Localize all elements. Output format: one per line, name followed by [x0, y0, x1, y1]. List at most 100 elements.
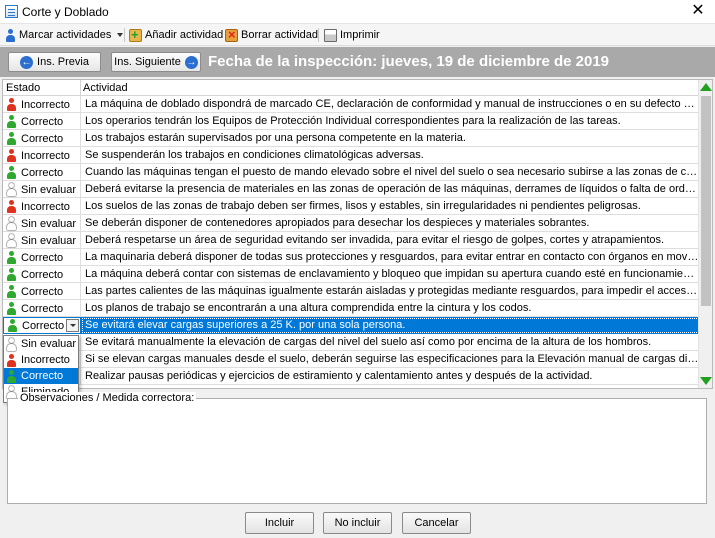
row-activity-cell[interactable]: Los planos de trabajo se encontrarán a u…	[81, 300, 700, 317]
table-row[interactable]: Correcto Las partes calientes de las máqu…	[3, 283, 700, 300]
row-status-text: Correcto	[21, 302, 64, 315]
row-status-text: Sin evaluar	[21, 217, 77, 230]
row-status-cell[interactable]: Correcto	[3, 130, 81, 147]
add-activity-label: Añadir actividad	[145, 29, 224, 41]
row-activity-cell[interactable]: La máquina de doblado dispondrá de marca…	[81, 96, 700, 113]
table-row[interactable]: Correcto Se evitará elevar cargas superio…	[3, 317, 700, 334]
scrollbar-thumb[interactable]	[701, 96, 711, 306]
add-activity-button[interactable]: Añadir actividad	[129, 27, 223, 43]
dropdown-option-label: Sin evaluar	[21, 338, 77, 350]
chevron-down-icon	[69, 324, 76, 327]
row-status-cell[interactable]: Correcto	[3, 300, 81, 317]
dropdown-option[interactable]: Correcto	[4, 368, 78, 384]
table-row[interactable]: Se evitará manualmente la elevación de c…	[3, 334, 700, 351]
row-activity-cell[interactable]: Los suelos de las zonas de trabajo deben…	[81, 198, 700, 215]
row-status-cell[interactable]: Correcto	[3, 266, 81, 283]
row-status-text: Sin evaluar	[21, 234, 77, 247]
mark-activities-label: Marcar actividades	[19, 29, 112, 41]
row-activity-cell[interactable]: Se evitará elevar cargas superiores a 25…	[81, 317, 700, 334]
observations-label: Observaciones / Medida correctora:	[18, 392, 197, 404]
status-person-icon	[6, 200, 17, 213]
row-activity-cell[interactable]: Los trabajos estarán supervisados por un…	[81, 130, 700, 147]
mark-activities-button[interactable]: Marcar actividades	[5, 27, 124, 43]
table-row[interactable]: Incorrecto Los suelos de las zonas de tra…	[3, 198, 700, 215]
row-status-cell[interactable]: Sin evaluar	[3, 232, 81, 249]
scroll-up-icon[interactable]	[700, 83, 712, 91]
column-header-activity[interactable]: Actividad	[83, 82, 128, 94]
status-person-icon	[6, 285, 17, 298]
include-button[interactable]: Incluir	[245, 512, 314, 534]
previous-inspection-button[interactable]: ← Ins. Previa	[8, 52, 101, 72]
row-activity-cell[interactable]: Deberá respetarse un área de seguridad e…	[81, 232, 700, 249]
row-activity-cell[interactable]: Se evitará manualmente la elevación de c…	[81, 334, 700, 351]
scroll-down-icon[interactable]	[700, 377, 712, 385]
column-header-status[interactable]: Estado	[6, 82, 40, 94]
row-activity-cell[interactable]: Se suspenderán los trabajos en condicion…	[81, 147, 700, 164]
next-inspection-button[interactable]: Ins. Siguiente →	[111, 52, 201, 72]
row-activity-cell[interactable]: Cuando las máquinas tengan el puesto de …	[81, 164, 700, 181]
row-status-text: Correcto	[21, 251, 64, 264]
row-activity-cell[interactable]: La máquina deberá contar con sistemas de…	[81, 266, 700, 283]
cancel-button[interactable]: Cancelar	[402, 512, 471, 534]
row-activity-cell[interactable]: Deberá evitarse la presencia de material…	[81, 181, 700, 198]
exclude-button[interactable]: No incluir	[323, 512, 392, 534]
person-icon	[5, 28, 16, 42]
table-row[interactable]: Correcto La máquina deberá contar con sis…	[3, 266, 700, 283]
table-row[interactable]: Si se elevan cargas manuales desde el su…	[3, 351, 700, 368]
status-person-icon	[6, 385, 17, 399]
print-button[interactable]: Imprimir	[324, 27, 380, 43]
row-status-text: Correcto	[21, 132, 64, 145]
vertical-scrollbar[interactable]	[698, 80, 712, 388]
table-row[interactable]: Incorrecto Se suspenderán los trabajos en…	[3, 147, 700, 164]
delete-activity-label: Borrar actividad	[241, 29, 319, 41]
row-status-cell[interactable]: Incorrecto	[3, 96, 81, 113]
table-row[interactable]: Correcto Cuando las máquinas tengan el pu…	[3, 164, 700, 181]
row-status-cell[interactable]: Incorrecto	[3, 147, 81, 164]
row-status-cell[interactable]: Correcto	[3, 317, 81, 334]
status-person-icon	[6, 268, 17, 281]
status-combo-button[interactable]	[66, 319, 79, 332]
status-person-icon	[6, 166, 17, 179]
status-person-icon	[6, 234, 17, 247]
row-activity-cell[interactable]: Realizar pausas periódicas y ejercicios …	[81, 368, 700, 385]
row-status-cell[interactable]: Correcto	[3, 283, 81, 300]
row-activity-cell[interactable]: La maquinaria deberá disponer de todas s…	[81, 249, 700, 266]
status-person-icon	[6, 251, 17, 264]
table-row[interactable]: Correcto Los operarios tendrán los Equipo…	[3, 113, 700, 130]
delete-activity-button[interactable]: Borrar actividad	[225, 27, 318, 43]
print-label: Imprimir	[340, 29, 380, 41]
table-row[interactable]: Correcto Los trabajos estarán supervisado…	[3, 130, 700, 147]
row-status-cell[interactable]: Incorrecto	[3, 198, 81, 215]
row-status-cell[interactable]: Correcto	[3, 164, 81, 181]
table-row[interactable]: Sin evaluar Se deberán disponer de conten…	[3, 215, 700, 232]
row-status-cell[interactable]: Correcto	[3, 113, 81, 130]
close-icon[interactable]: ✕	[689, 2, 707, 20]
table-row[interactable]: Correcto La maquinaria deberá disponer de…	[3, 249, 700, 266]
table-row[interactable]: Correcto Los planos de trabajo se encontr…	[3, 300, 700, 317]
activities-grid[interactable]: Estado Actividad Incorrecto La máquina de…	[2, 79, 713, 389]
toolbar: Marcar actividades Añadir actividad Borr…	[0, 24, 715, 46]
row-status-cell[interactable]: Correcto	[3, 249, 81, 266]
table-row[interactable]: Incorrecto La máquina de doblado dispondr…	[3, 96, 700, 113]
table-row[interactable]: Sin evaluar Deberá evitarse la presencia …	[3, 181, 700, 198]
window-title: Corte y Doblado	[22, 5, 109, 19]
row-status-text: Correcto	[21, 268, 64, 281]
printer-icon	[324, 28, 337, 42]
inspection-date: Fecha de la inspección: jueves, 19 de di…	[208, 53, 610, 70]
table-row[interactable]: Realizar pausas periódicas y ejercicios …	[3, 368, 700, 385]
next-inspection-label: Ins. Siguiente	[114, 56, 181, 68]
observations-box[interactable]: Observaciones / Medida correctora:	[7, 392, 707, 504]
inspection-banner: ← Ins. Previa Ins. Siguiente → Fecha de …	[0, 47, 715, 77]
row-activity-cell[interactable]: Las partes calientes de las máquinas igu…	[81, 283, 700, 300]
table-row[interactable]: Sin evaluar Deberá respetarse un área de …	[3, 232, 700, 249]
status-person-icon	[6, 132, 17, 145]
row-activity-cell[interactable]: Se deberán disponer de contenedores apro…	[81, 215, 700, 232]
row-status-cell[interactable]: Sin evaluar	[3, 181, 81, 198]
row-activity-cell[interactable]: Si se elevan cargas manuales desde el su…	[81, 351, 700, 368]
dropdown-option[interactable]: Sin evaluar	[4, 336, 78, 352]
row-activity-cell[interactable]: Los operarios tendrán los Equipos de Pro…	[81, 113, 700, 130]
dropdown-option[interactable]: Incorrecto	[4, 352, 78, 368]
row-status-text: Correcto	[21, 285, 64, 298]
row-status-cell[interactable]: Sin evaluar	[3, 215, 81, 232]
status-person-icon	[6, 149, 17, 162]
